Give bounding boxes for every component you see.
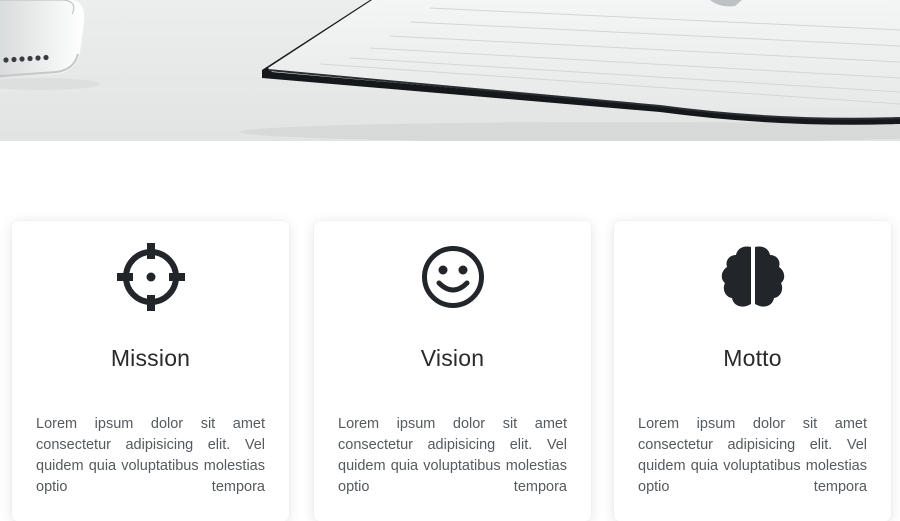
- motto-card: Motto Lorem ipsum dolor sit amet consect…: [614, 221, 891, 521]
- card-text: Lorem ipsum dolor sit amet consectetur a…: [338, 416, 567, 495]
- card-text: Lorem ipsum dolor sit amet consectetur a…: [36, 416, 265, 495]
- brain-icon: [719, 243, 787, 311]
- vision-card: Vision Lorem ipsum dolor sit amet consec…: [314, 221, 591, 521]
- mission-card: Mission Lorem ipsum dolor sit amet conse…: [12, 221, 289, 521]
- card-text: Lorem ipsum dolor sit amet consectetur a…: [638, 416, 867, 495]
- card-title: Motto: [723, 345, 782, 371]
- card-title: Vision: [420, 345, 485, 371]
- smiley-face-icon: [419, 243, 487, 311]
- feature-cards: Mission Lorem ipsum dolor sit amet conse…: [0, 0, 900, 521]
- card-title: Mission: [110, 345, 191, 371]
- crosshair-icon: [116, 243, 185, 311]
